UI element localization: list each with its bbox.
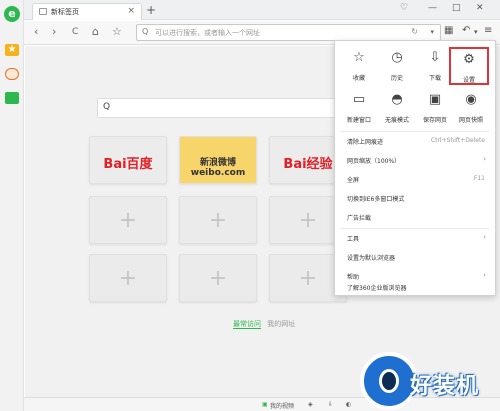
gear-icon: ⚙ bbox=[463, 52, 475, 67]
chevron-right-icon: › bbox=[483, 233, 486, 241]
tile-label: 新浪微博 weibo.com bbox=[190, 158, 246, 178]
menu-item-default-browser[interactable]: 设置为默认浏览器 bbox=[335, 248, 495, 267]
sound-icon[interactable]: ◐ bbox=[346, 401, 351, 408]
undo-dropdown-icon[interactable]: ▾ bbox=[474, 28, 478, 36]
address-refresh-icon[interactable]: ↻ bbox=[411, 27, 418, 36]
menu-item-shortcut: Ctrl+Shift+Delete bbox=[430, 137, 485, 144]
page-icon bbox=[39, 8, 47, 15]
address-search-icon: Q bbox=[142, 27, 149, 36]
favorite-star-icon[interactable]: ☆ bbox=[112, 25, 122, 38]
incognito-icon: ◓ bbox=[391, 92, 403, 107]
menu-item-label: 切换到IE6多窗口模式 bbox=[347, 196, 405, 203]
address-placeholder: 可以进行搜索，或者输入一个网址 bbox=[155, 29, 260, 37]
tab-new-tab[interactable]: 新标签页 × bbox=[32, 3, 142, 20]
close-window-button[interactable]: ✕ bbox=[476, 3, 484, 13]
title-bar: 新标签页 × + ♡ — □ ✕ bbox=[24, 0, 500, 20]
menu-icon[interactable]: ≡ bbox=[484, 25, 492, 36]
tile-empty[interactable]: + bbox=[179, 254, 257, 302]
settings-label: 设置 bbox=[462, 77, 475, 84]
tile-empty[interactable]: + bbox=[89, 196, 167, 244]
reload-button[interactable]: C bbox=[72, 27, 78, 37]
star-icon: ☆ bbox=[353, 50, 365, 65]
tile-empty[interactable]: + bbox=[89, 254, 167, 302]
favorites-label: 收藏 bbox=[352, 75, 365, 82]
history-label: 历史 bbox=[390, 75, 403, 82]
add-icon: + bbox=[208, 208, 228, 233]
menu-item-clear-traces[interactable]: 清除上网痕迹 Ctrl+Shift+Delete bbox=[335, 132, 495, 151]
menu-item-label: 清除上网痕迹 bbox=[347, 139, 384, 146]
add-icon: + bbox=[118, 208, 138, 233]
tile-label: Bai百度 bbox=[103, 157, 153, 172]
favorites-star-icon[interactable]: ★ bbox=[5, 44, 19, 56]
maximize-button[interactable]: □ bbox=[452, 3, 461, 13]
menu-item-ad-block[interactable]: 广告拦截 bbox=[335, 208, 495, 227]
menu-item-label: 网页缩放（100%） bbox=[347, 158, 401, 165]
minimize-button[interactable]: — bbox=[428, 3, 437, 13]
save-page-button[interactable]: ▣ 保存网页 bbox=[415, 89, 455, 127]
settings-button[interactable]: ⚙ 设置 bbox=[449, 47, 489, 85]
tile-baidu[interactable]: Bai百度 bbox=[89, 136, 167, 184]
menu-item-enterprise[interactable]: 了解360企业版浏览器 bbox=[335, 278, 495, 297]
main-menu: ☆ 收藏 ◷ 历史 ⇩ 下载 ⚙ 设置 ▭ 新建窗口 ◓ 无痕模式 ▣ 保存网页… bbox=[334, 40, 496, 296]
download-status-icon[interactable]: ⇩ bbox=[328, 401, 333, 408]
watermark-logo-inner bbox=[379, 369, 399, 393]
skin-icon[interactable]: ♡ bbox=[400, 3, 408, 13]
incognito-button[interactable]: ◓ 无痕模式 bbox=[377, 89, 417, 127]
clock-icon: ◷ bbox=[391, 50, 403, 65]
apps-grid-icon[interactable]: ▦ bbox=[444, 25, 453, 36]
menu-item-tools[interactable]: 工具 › bbox=[335, 229, 495, 248]
tile-category-tabs: 最常访问 我的网址 bbox=[233, 319, 295, 329]
tile-weibo[interactable]: 新浪微博 weibo.com bbox=[179, 136, 257, 184]
video-icon[interactable]: ▣ bbox=[262, 401, 268, 408]
menu-item-label: 了解360企业版浏览器 bbox=[347, 285, 407, 292]
menu-item-zoom[interactable]: 网页缩放（100%） › bbox=[335, 151, 495, 170]
tab-title: 新标签页 bbox=[51, 8, 79, 16]
my-video-link[interactable]: 我的视频 bbox=[270, 401, 294, 410]
search-icon: Q bbox=[103, 102, 111, 112]
new-window-label: 新建窗口 bbox=[346, 117, 371, 124]
back-button[interactable]: ‹ bbox=[34, 25, 38, 38]
address-bar[interactable]: Q 可以进行搜索，或者输入一个网址 ↻ ▾ bbox=[136, 24, 441, 41]
tab-close-icon[interactable]: × bbox=[127, 6, 135, 16]
menu-item-label: 工具 bbox=[347, 236, 360, 243]
left-sidebar: e ★ bbox=[0, 0, 24, 411]
new-tab-button[interactable]: + bbox=[146, 3, 156, 17]
weibo-icon[interactable] bbox=[5, 68, 19, 80]
menu-item-label: 广告拦截 bbox=[347, 215, 372, 222]
menu-item-label: 全屏 bbox=[347, 177, 360, 184]
tile-empty[interactable]: + bbox=[179, 196, 257, 244]
history-button[interactable]: ◷ 历史 bbox=[377, 47, 417, 85]
browser-logo-icon: e bbox=[4, 6, 20, 22]
address-dropdown-icon[interactable]: ▾ bbox=[430, 28, 434, 36]
favorites-button[interactable]: ☆ 收藏 bbox=[339, 47, 379, 85]
add-icon: + bbox=[208, 266, 228, 291]
card-icon[interactable] bbox=[5, 92, 19, 104]
window-icon: ▭ bbox=[352, 92, 366, 107]
shield-icon[interactable]: ◈ bbox=[308, 401, 313, 408]
chevron-right-icon: › bbox=[483, 155, 486, 163]
tab-my-sites[interactable]: 我的网址 bbox=[267, 320, 295, 328]
forward-button[interactable]: › bbox=[52, 25, 56, 38]
menu-item-shortcut: F11 bbox=[473, 175, 485, 182]
tab-most-visited[interactable]: 最常访问 bbox=[233, 320, 261, 329]
snapshot-label: 网页快照 bbox=[458, 117, 483, 124]
new-window-button[interactable]: ▭ 新建窗口 bbox=[339, 89, 379, 127]
add-icon: + bbox=[118, 266, 138, 291]
menu-item-label: 设置为默认浏览器 bbox=[347, 255, 396, 262]
camera-icon: ◉ bbox=[465, 92, 477, 107]
incognito-label: 无痕模式 bbox=[384, 117, 409, 124]
menu-item-fullscreen[interactable]: 全屏 F11 bbox=[335, 170, 495, 189]
menu-item-ie6-mode[interactable]: 切换到IE6多窗口模式 bbox=[335, 189, 495, 208]
watermark-text: 好装机 bbox=[410, 374, 480, 399]
home-button[interactable]: ⌂ bbox=[92, 25, 99, 38]
snapshot-button[interactable]: ◉ 网页快照 bbox=[451, 89, 491, 127]
save-icon: ▣ bbox=[428, 92, 442, 107]
save-page-label: 保存网页 bbox=[422, 117, 447, 124]
undo-icon[interactable]: ↶ bbox=[462, 25, 470, 36]
